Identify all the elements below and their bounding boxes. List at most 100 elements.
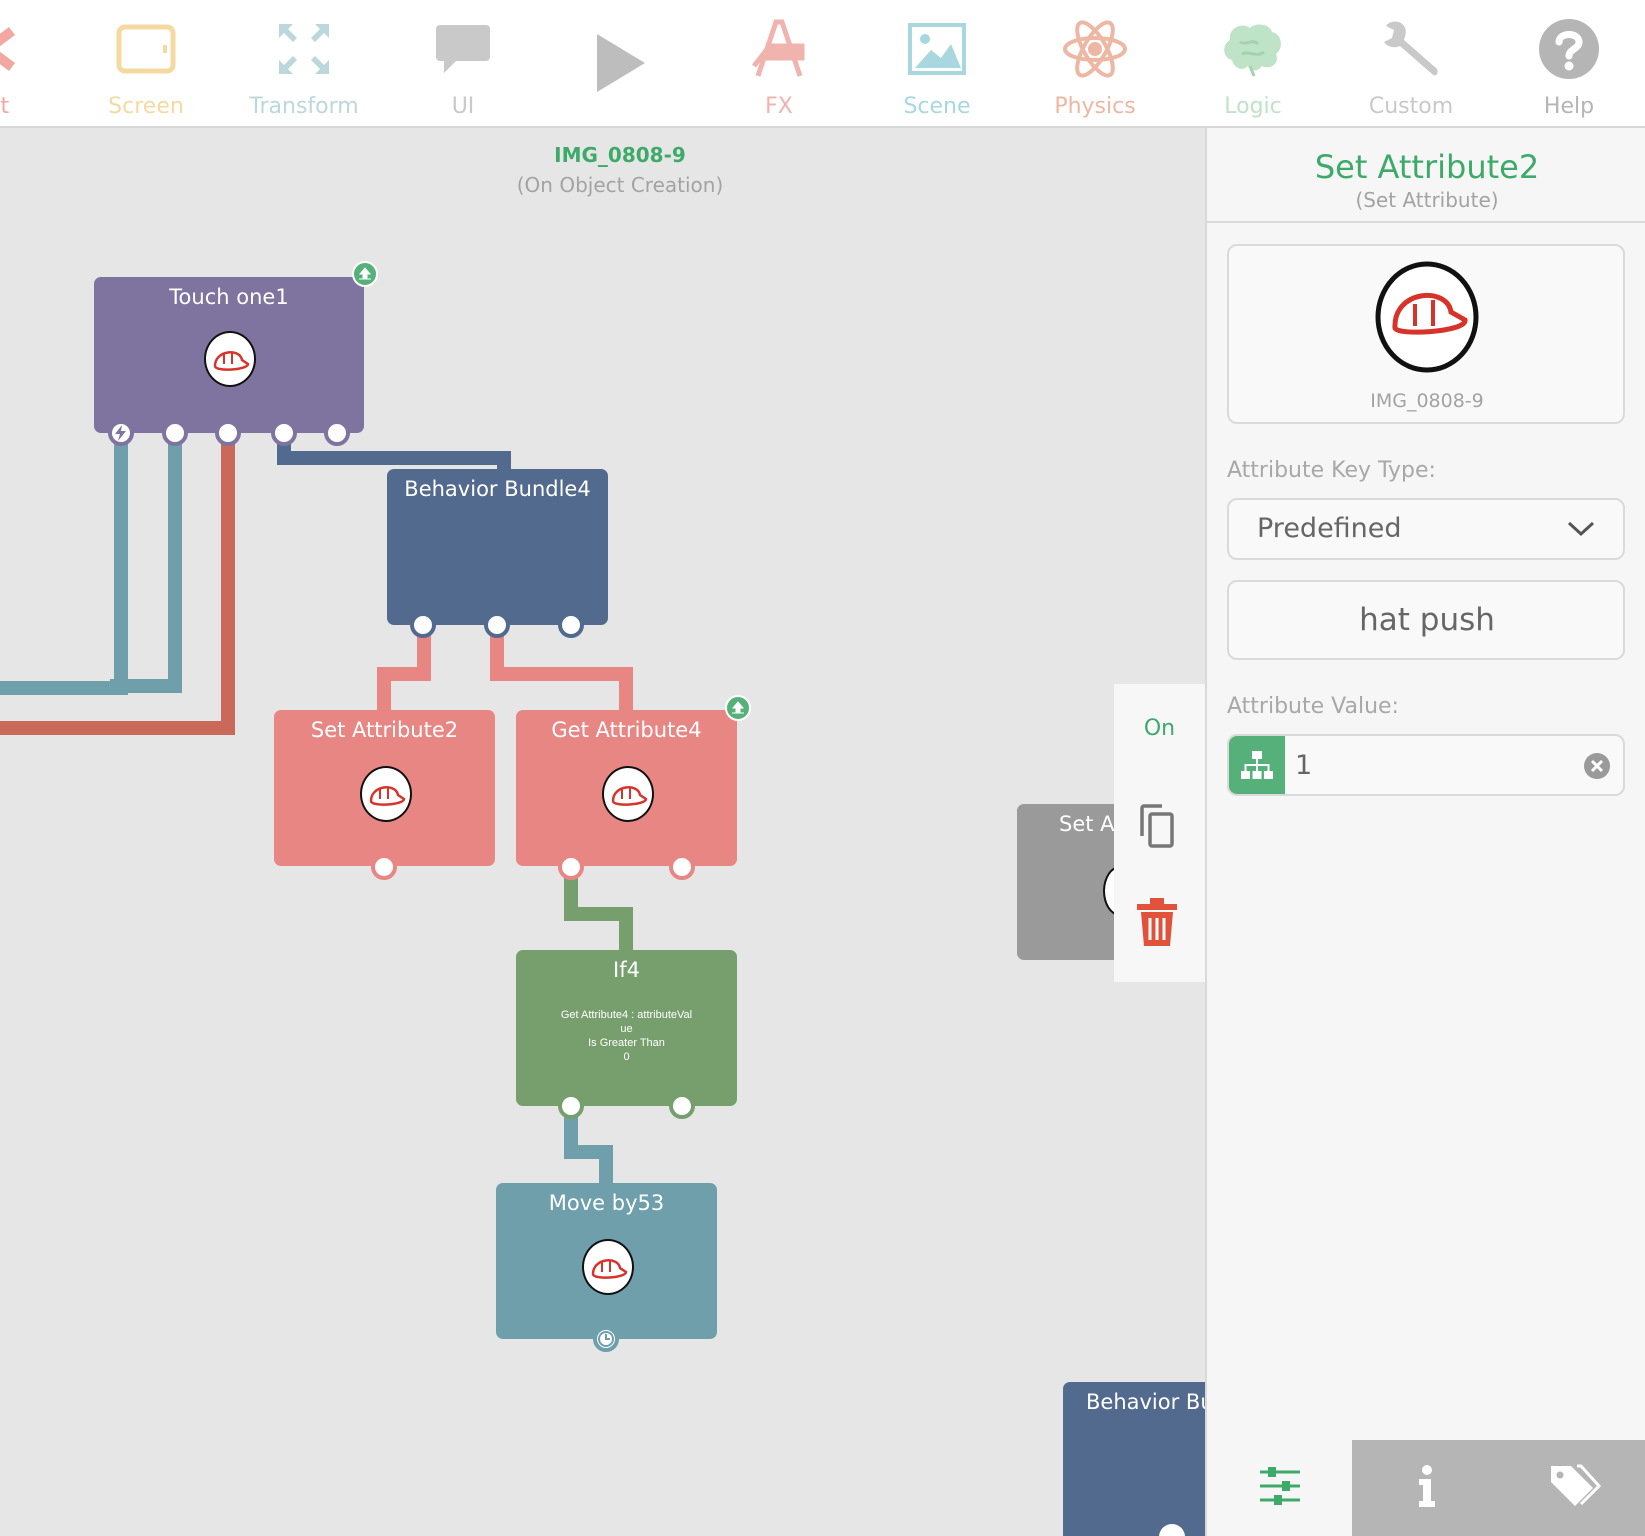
- toolbar-screen[interactable]: Screen: [71, 0, 221, 126]
- lightning-port-icon[interactable]: [108, 420, 134, 446]
- attribute-value-field[interactable]: 1: [1227, 734, 1625, 796]
- object-icon: [0, 10, 67, 88]
- toolbar-object-label: ect: [0, 94, 10, 119]
- toolbar-help-label: Help: [1543, 94, 1595, 119]
- upload-badge-icon: [352, 261, 378, 287]
- node-context-menu: On: [1114, 684, 1205, 982]
- hat-avatar-icon: [602, 766, 654, 822]
- info-icon: [1417, 1465, 1437, 1511]
- touch-port-4[interactable]: [271, 420, 297, 446]
- panel-divider: [1207, 221, 1645, 223]
- node-behavior-bundle[interactable]: Behavior Bundle4: [387, 469, 608, 625]
- toolbar-physics-label: Physics: [1054, 94, 1136, 119]
- toolbar-play[interactable]: [546, 0, 696, 126]
- if-condition-line-2: ue: [620, 1023, 633, 1035]
- if-condition-line-3: Is Greater Than: [588, 1037, 665, 1049]
- toolbar-transform-label: Transform: [249, 94, 359, 119]
- upload-badge-icon: [725, 695, 751, 721]
- key-type-value: Predefined: [1257, 513, 1402, 544]
- clock-port-icon[interactable]: [593, 1326, 619, 1352]
- node-behavior-bundle-title: Behavior Bundle4: [404, 477, 591, 501]
- help-icon: [1494, 10, 1644, 88]
- toolbar-custom-label: Custom: [1368, 94, 1454, 119]
- toolbar-scene-label: Scene: [903, 94, 971, 119]
- toolbar-object[interactable]: ect: [0, 0, 67, 126]
- node-behavior-bundle-partial[interactable]: Behavior Bu: [1063, 1382, 1205, 1536]
- clear-icon[interactable]: [1583, 752, 1611, 784]
- scene-image-icon: [862, 10, 1012, 88]
- node-set-attribute[interactable]: Set Attribute2: [274, 710, 495, 866]
- toolbar-fx-label: FX: [765, 94, 793, 119]
- node-behavior-bundle-partial-title: Behavior Bu: [1086, 1390, 1205, 1414]
- node-get-attribute-title: Get Attribute4: [551, 718, 702, 742]
- node-if-title: If4: [613, 958, 640, 982]
- hat-avatar-icon: [360, 766, 412, 822]
- toolbar-fx[interactable]: FX: [704, 0, 854, 126]
- node-move-by-title: Move by53: [548, 1191, 665, 1215]
- hierarchy-icon[interactable]: [1229, 736, 1285, 794]
- touch-port-5[interactable]: [324, 420, 350, 446]
- key-type-label: Attribute Key Type:: [1227, 458, 1436, 483]
- play-icon: [546, 24, 696, 102]
- sliders-icon: [1258, 1466, 1302, 1510]
- tab-tags[interactable]: [1502, 1440, 1645, 1536]
- speech-bubble-icon: [388, 10, 538, 88]
- node-move-by[interactable]: Move by53: [496, 1183, 717, 1339]
- toolbar-custom[interactable]: Custom: [1336, 0, 1486, 126]
- bundle-port-1[interactable]: [410, 612, 436, 638]
- attribute-value-input[interactable]: 1: [1295, 750, 1312, 781]
- tab-settings[interactable]: [1207, 1440, 1352, 1536]
- toolbar-physics[interactable]: Physics: [1020, 0, 1170, 126]
- attribute-key-field[interactable]: hat push: [1227, 580, 1625, 660]
- get-attribute-port-2[interactable]: [669, 854, 695, 880]
- set-attribute-port[interactable]: [371, 854, 397, 880]
- bundle-partial-port[interactable]: [1159, 1524, 1185, 1536]
- toolbar-transform[interactable]: Transform: [229, 0, 379, 126]
- screen-icon: [71, 10, 221, 88]
- hat-avatar-icon: [204, 331, 256, 387]
- if-port-1[interactable]: [558, 1093, 584, 1119]
- trash-icon[interactable]: [1135, 896, 1179, 952]
- node-set-attribute-partial-title: Set At: [1059, 812, 1123, 836]
- attribute-key-value: hat push: [1359, 602, 1495, 638]
- get-attribute-port-1[interactable]: [558, 854, 584, 880]
- fx-icon: [704, 10, 854, 88]
- node-touch-one[interactable]: Touch one1: [94, 277, 364, 433]
- brain-icon: [1178, 10, 1328, 88]
- toolbar-ui[interactable]: UI: [388, 0, 538, 126]
- object-preview-name: IMG_0808-9: [1370, 390, 1484, 412]
- tab-info[interactable]: [1352, 1440, 1502, 1536]
- panel-subtitle: (Set Attribute): [1355, 188, 1499, 212]
- node-if[interactable]: If4 Get Attribute4 : attributeVal ue Is …: [516, 950, 737, 1106]
- node-set-attribute-title: Set Attribute2: [310, 718, 459, 742]
- if-condition-line-4: 0: [623, 1051, 630, 1063]
- copy-icon[interactable]: [1138, 802, 1178, 854]
- bundle-port-3[interactable]: [558, 612, 584, 638]
- transform-icon: [229, 10, 379, 88]
- toolbar-logic[interactable]: Logic: [1178, 0, 1328, 126]
- panel-title: Set Attribute2: [1314, 148, 1540, 186]
- toolbar-scene[interactable]: Scene: [862, 0, 1012, 126]
- tag-icon: [1549, 1464, 1601, 1512]
- object-preview-card[interactable]: IMG_0808-9: [1227, 244, 1625, 424]
- atom-icon: [1020, 10, 1170, 88]
- properties-panel: Set Attribute2 (Set Attribute) IMG_0808-…: [1205, 128, 1645, 1536]
- hat-avatar-icon: [1375, 260, 1479, 378]
- if-condition-line-1: Get Attribute4 : attributeVal: [560, 1009, 693, 1021]
- touch-port-3[interactable]: [215, 420, 241, 446]
- toolbar-screen-label: Screen: [108, 94, 184, 119]
- toolbar-help[interactable]: Help: [1494, 0, 1644, 126]
- toolbar: ect Screen Transform UI FX Scene: [0, 0, 1645, 128]
- behavior-canvas[interactable]: IMG_0808-9 (On Object Creation) Touch on…: [0, 128, 1205, 1536]
- node-get-attribute[interactable]: Get Attribute4: [516, 710, 737, 866]
- if-port-2[interactable]: [669, 1093, 695, 1119]
- touch-port-2[interactable]: [162, 420, 188, 446]
- node-touch-one-title: Touch one1: [169, 285, 289, 309]
- toggle-on-button[interactable]: On: [1114, 716, 1205, 741]
- toolbar-ui-label: UI: [451, 94, 475, 119]
- key-type-select[interactable]: Predefined: [1227, 498, 1625, 560]
- hat-avatar-icon: [582, 1239, 634, 1295]
- wrench-icon: [1336, 10, 1486, 88]
- chevron-down-icon: [1567, 520, 1595, 542]
- bundle-port-2[interactable]: [484, 612, 510, 638]
